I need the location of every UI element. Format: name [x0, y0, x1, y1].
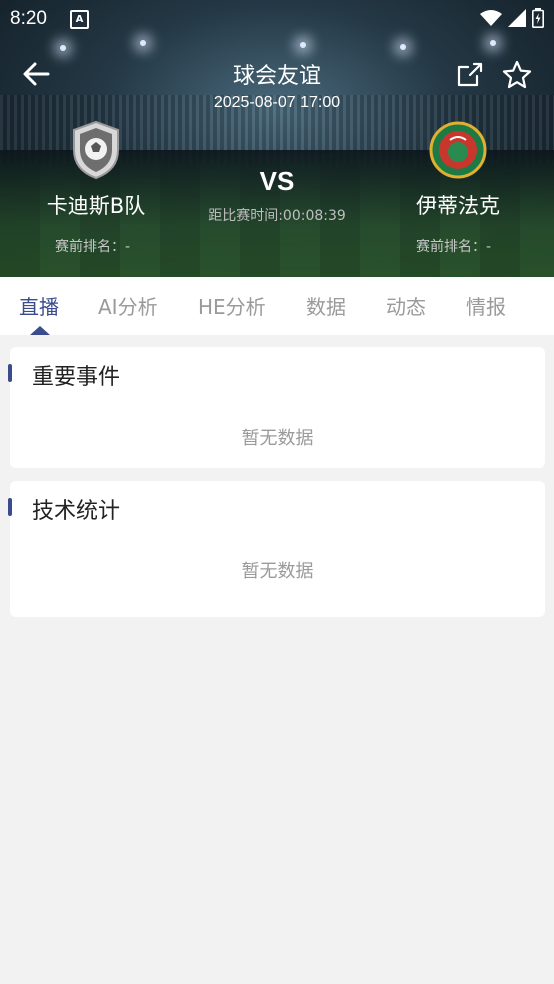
floodlight	[400, 44, 406, 50]
match-header: 8:20 A 球会友谊 2025-08-07 17:00 卡迪斯B队 伊蒂法克 …	[0, 0, 554, 277]
floodlight	[140, 40, 146, 46]
countdown-text: 距比赛时间:00:08:39	[208, 208, 346, 224]
vs-label: VS	[259, 166, 295, 196]
tab-news[interactable]: 动态	[386, 291, 426, 320]
status-time: 8:20	[10, 8, 47, 29]
floodlight	[300, 42, 306, 48]
floodlight	[490, 40, 496, 46]
share-icon[interactable]	[456, 60, 484, 88]
tab-he-analysis[interactable]: HE分析	[198, 291, 266, 320]
active-tab-indicator	[30, 326, 50, 335]
notification-icon: A	[70, 10, 89, 29]
tech-stats-title: 技术统计	[32, 499, 121, 524]
tab-data[interactable]: 数据	[306, 291, 346, 320]
away-team-rank: 赛前排名：-	[416, 239, 492, 255]
section-accent-bar	[8, 498, 12, 516]
battery-icon	[532, 8, 544, 28]
favorite-star-icon[interactable]	[502, 60, 532, 90]
tab-intel[interactable]: 情报	[466, 291, 506, 320]
floodlight	[60, 45, 66, 51]
key-events-empty: 暂无数据	[241, 428, 314, 449]
key-events-card: 重要事件 暂无数据	[8, 347, 545, 468]
tab-live[interactable]: 直播	[19, 291, 59, 320]
key-events-title: 重要事件	[32, 365, 121, 390]
status-bar: 8:20 A	[0, 0, 554, 38]
signal-icon	[508, 9, 526, 27]
section-accent-bar	[8, 364, 12, 382]
tab-ai-analysis[interactable]: AI分析	[98, 291, 158, 320]
tech-stats-card: 技术统计 暂无数据	[8, 481, 545, 617]
tech-stats-empty: 暂无数据	[241, 561, 314, 582]
tab-bar: 直播 AI分析 HE分析 数据 动态 情报	[0, 277, 554, 335]
match-datetime: 2025-08-07 17:00	[213, 94, 341, 111]
home-team-rank: 赛前排名：-	[55, 239, 131, 255]
wifi-icon	[480, 10, 502, 26]
